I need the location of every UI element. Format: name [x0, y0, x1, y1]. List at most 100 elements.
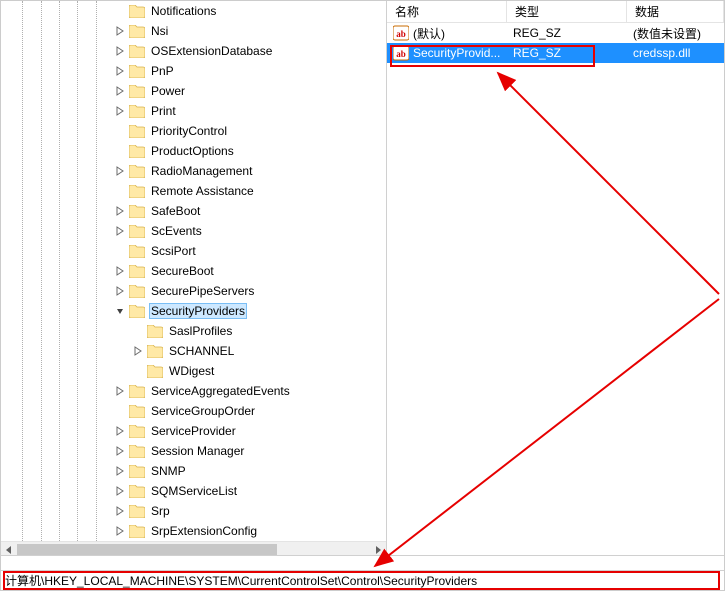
tree-item-label: Notifications — [149, 3, 218, 19]
folder-icon — [129, 284, 145, 298]
chevron-right-icon[interactable] — [113, 504, 127, 518]
tree-item[interactable]: Notifications — [1, 1, 386, 21]
expander-placeholder — [113, 124, 127, 138]
folder-icon — [129, 184, 145, 198]
chevron-right-icon[interactable] — [131, 344, 145, 358]
expander-placeholder — [113, 184, 127, 198]
tree-item[interactable]: SCHANNEL — [1, 341, 386, 361]
chevron-right-icon[interactable] — [113, 104, 127, 118]
value-data-label: credssp.dll — [633, 46, 690, 60]
tree-item[interactable]: SecurityProviders — [1, 301, 386, 321]
tree-item[interactable]: SrpExtensionConfig — [1, 521, 386, 541]
value-row[interactable]: abSecurityProvid...REG_SZcredssp.dll — [387, 43, 724, 63]
tree-item[interactable]: ScEvents — [1, 221, 386, 241]
chevron-right-icon[interactable] — [113, 204, 127, 218]
tree-item[interactable]: WDigest — [1, 361, 386, 381]
tree-item[interactable]: ProductOptions — [1, 141, 386, 161]
tree-item-label: PriorityControl — [149, 123, 229, 139]
folder-icon — [129, 4, 145, 18]
tree-item[interactable]: Print — [1, 101, 386, 121]
expander-placeholder — [113, 244, 127, 258]
chevron-right-icon[interactable] — [113, 224, 127, 238]
folder-icon — [129, 144, 145, 158]
chevron-right-icon[interactable] — [113, 284, 127, 298]
expander-placeholder — [131, 324, 145, 338]
value-name-label: (默认) — [413, 25, 445, 42]
tree-scroll-area[interactable]: Notifications Nsi OSExtensionDatabasePnP Po… — [1, 1, 386, 541]
tree-item[interactable]: SQMServiceList — [1, 481, 386, 501]
tree-item[interactable]: ServiceProvider — [1, 421, 386, 441]
registry-tree-panel: Notifications Nsi OSExtensionDatabasePnP Po… — [1, 1, 387, 557]
tree-item[interactable]: SaslProfiles — [1, 321, 386, 341]
chevron-down-icon[interactable] — [113, 304, 127, 318]
tree-item-label: SaslProfiles — [167, 323, 234, 339]
chevron-right-icon[interactable] — [113, 444, 127, 458]
tree-item[interactable]: SNMP — [1, 461, 386, 481]
tree-item-label: Power — [149, 83, 187, 99]
tree-item[interactable]: ScsiPort — [1, 241, 386, 261]
folder-icon — [129, 304, 145, 318]
folder-icon — [129, 24, 145, 38]
folder-icon — [129, 444, 145, 458]
chevron-right-icon[interactable] — [113, 424, 127, 438]
tree-item[interactable]: SafeBoot — [1, 201, 386, 221]
tree-item[interactable]: PnP — [1, 61, 386, 81]
column-header-type[interactable]: 类型 — [507, 1, 627, 22]
tree-item[interactable]: ServiceAggregatedEvents — [1, 381, 386, 401]
chevron-right-icon[interactable] — [113, 524, 127, 538]
tree-item-label: Nsi — [149, 23, 170, 39]
column-header-name[interactable]: 名称 — [387, 1, 507, 22]
chevron-right-icon[interactable] — [113, 264, 127, 278]
tree-item[interactable]: Session Manager — [1, 441, 386, 461]
tree-item-label: ServiceAggregatedEvents — [149, 383, 292, 399]
tree-item-label: SafeBoot — [149, 203, 202, 219]
tree-item-label: ProductOptions — [149, 143, 236, 159]
column-header-type-label: 类型 — [515, 3, 539, 20]
tree-item-label: RadioManagement — [149, 163, 254, 179]
folder-icon — [129, 264, 145, 278]
tree-item[interactable]: OSExtensionDatabase — [1, 41, 386, 61]
folder-icon — [129, 64, 145, 78]
chevron-right-icon[interactable] — [113, 84, 127, 98]
column-header-name-label: 名称 — [395, 3, 419, 20]
folder-icon — [129, 464, 145, 478]
chevron-right-icon[interactable] — [113, 384, 127, 398]
column-header-data[interactable]: 数据 — [627, 1, 724, 22]
main-area: Notifications Nsi OSExtensionDatabasePnP Po… — [1, 1, 724, 557]
expander-placeholder — [113, 4, 127, 18]
tree-item-label: ServiceGroupOrder — [149, 403, 257, 419]
folder-icon — [129, 504, 145, 518]
chevron-right-icon[interactable] — [113, 484, 127, 498]
chevron-right-icon[interactable] — [113, 464, 127, 478]
tree-item[interactable]: Nsi — [1, 21, 386, 41]
tree-item[interactable]: Remote Assistance — [1, 181, 386, 201]
expander-placeholder — [113, 144, 127, 158]
folder-icon — [129, 224, 145, 238]
expander-placeholder — [131, 364, 145, 378]
value-row[interactable]: ab(默认)REG_SZ(数值未设置) — [387, 23, 724, 43]
tree-item[interactable]: PriorityControl — [1, 121, 386, 141]
tree-item-label: SCHANNEL — [167, 343, 236, 359]
chevron-right-icon[interactable] — [113, 164, 127, 178]
tree-item[interactable]: SecurePipeServers — [1, 281, 386, 301]
tree-item-label: Session Manager — [149, 443, 246, 459]
value-name-label: SecurityProvid... — [413, 46, 500, 60]
tree-item-label: Print — [149, 103, 178, 119]
tree-item[interactable]: RadioManagement — [1, 161, 386, 181]
scrollbar-thumb[interactable] — [17, 544, 277, 555]
expander-placeholder — [113, 404, 127, 418]
tree-item-label: SrpExtensionConfig — [149, 523, 259, 539]
tree-item[interactable]: Power — [1, 81, 386, 101]
tree-item-label: ScsiPort — [149, 243, 198, 259]
tree-item[interactable]: ServiceGroupOrder — [1, 401, 386, 421]
chevron-right-icon[interactable] — [113, 24, 127, 38]
status-bar: 计算机\HKEY_LOCAL_MACHINE\SYSTEM\CurrentCon… — [1, 570, 724, 590]
tree-item[interactable]: Srp — [1, 501, 386, 521]
folder-icon — [129, 44, 145, 58]
chevron-right-icon[interactable] — [113, 64, 127, 78]
tree-item[interactable]: SecureBoot — [1, 261, 386, 281]
chevron-right-icon[interactable] — [113, 44, 127, 58]
tree-item-label: SecurePipeServers — [149, 283, 256, 299]
folder-icon — [129, 244, 145, 258]
tree-item-label: SQMServiceList — [149, 483, 239, 499]
